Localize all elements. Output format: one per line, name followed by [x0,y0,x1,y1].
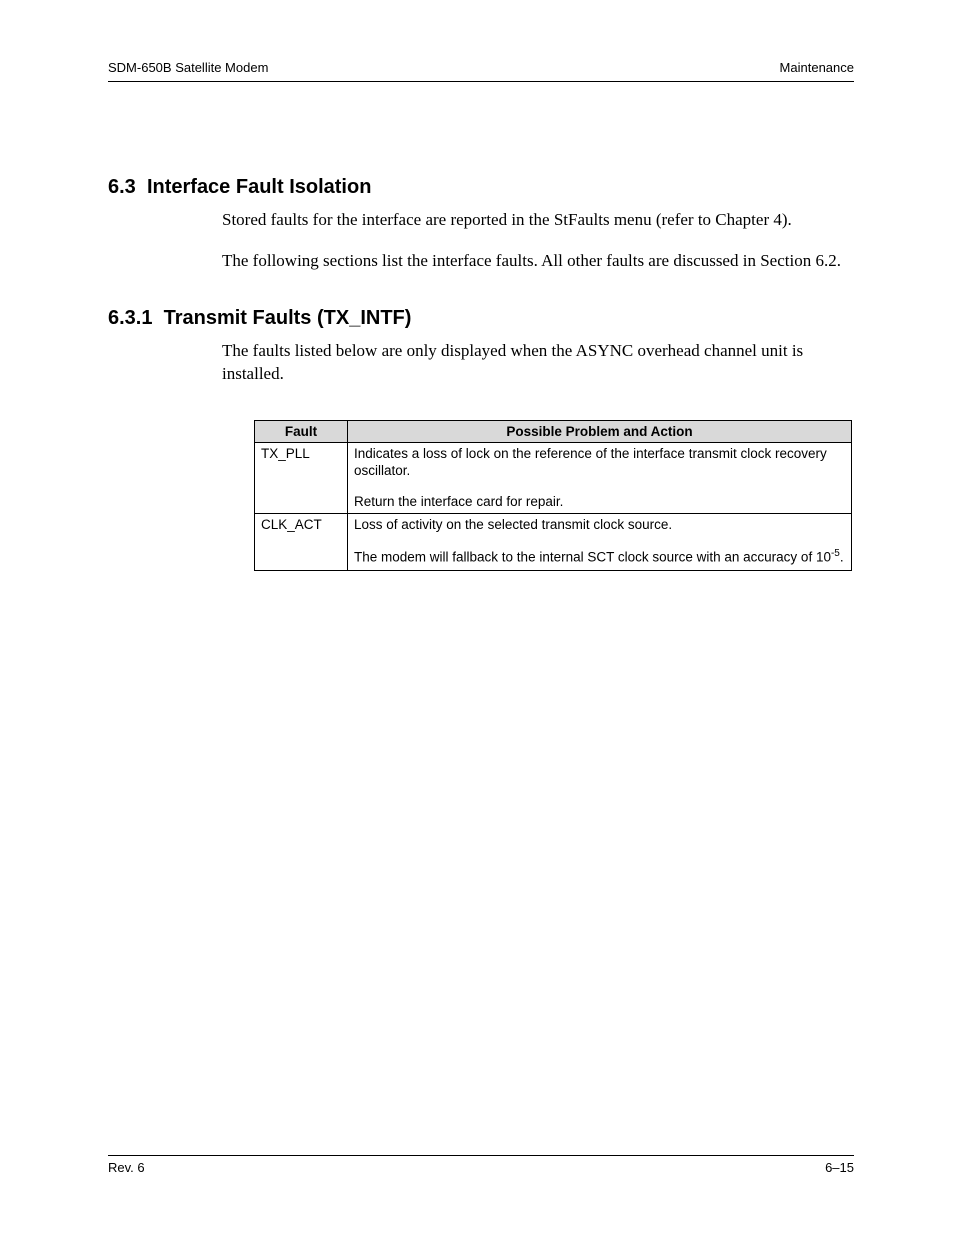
cell-action-b: The modem will fallback to the internal … [354,548,845,566]
cell-action-a: Loss of activity on the selected transmi… [354,517,672,532]
cell-action-a: Indicates a loss of lock on the referenc… [354,446,827,478]
cell-action-b-post: . [840,550,844,565]
cell-action: Loss of activity on the selected transmi… [348,514,852,570]
cell-action-b: Return the interface card for repair. [354,494,845,511]
header-right: Maintenance [780,60,854,75]
subsection-title: Transmit Faults (TX_INTF) [164,307,412,329]
page: SDM-650B Satellite Modem Maintenance 6.3… [0,0,954,1235]
cell-action-b-sup: -5 [831,548,840,559]
th-action: Possible Problem and Action [348,420,852,442]
cell-action-b-pre: The modem will fallback to the internal … [354,550,831,565]
section-para-2: The following sections list the interfac… [222,250,844,273]
running-header: SDM-650B Satellite Modem Maintenance [108,60,854,75]
footer-rule [108,1155,854,1156]
table-row: CLK_ACT Loss of activity on the selected… [255,514,852,570]
footer-row: Rev. 6 6–15 [108,1160,854,1175]
footer-right: 6–15 [825,1160,854,1175]
section-para-1: Stored faults for the interface are repo… [222,209,844,232]
table-row: TX_PLL Indicates a loss of lock on the r… [255,442,852,514]
cell-fault: CLK_ACT [255,514,348,570]
cell-fault: TX_PLL [255,442,348,514]
section-number: 6.3 [108,176,136,198]
footer-left: Rev. 6 [108,1160,145,1175]
section-title: Interface Fault Isolation [147,176,371,198]
subsection-number: 6.3.1 [108,307,152,329]
fault-table: Fault Possible Problem and Action TX_PLL… [254,420,852,571]
table-header-row: Fault Possible Problem and Action [255,420,852,442]
subsection-heading: 6.3.1 Transmit Faults (TX_INTF) [108,307,854,330]
header-left: SDM-650B Satellite Modem [108,60,268,75]
footer: Rev. 6 6–15 [108,1155,854,1175]
th-fault: Fault [255,420,348,442]
header-rule [108,81,854,82]
section-heading: 6.3 Interface Fault Isolation [108,176,854,199]
subsection-para-1: The faults listed below are only display… [222,340,844,386]
cell-action: Indicates a loss of lock on the referenc… [348,442,852,514]
